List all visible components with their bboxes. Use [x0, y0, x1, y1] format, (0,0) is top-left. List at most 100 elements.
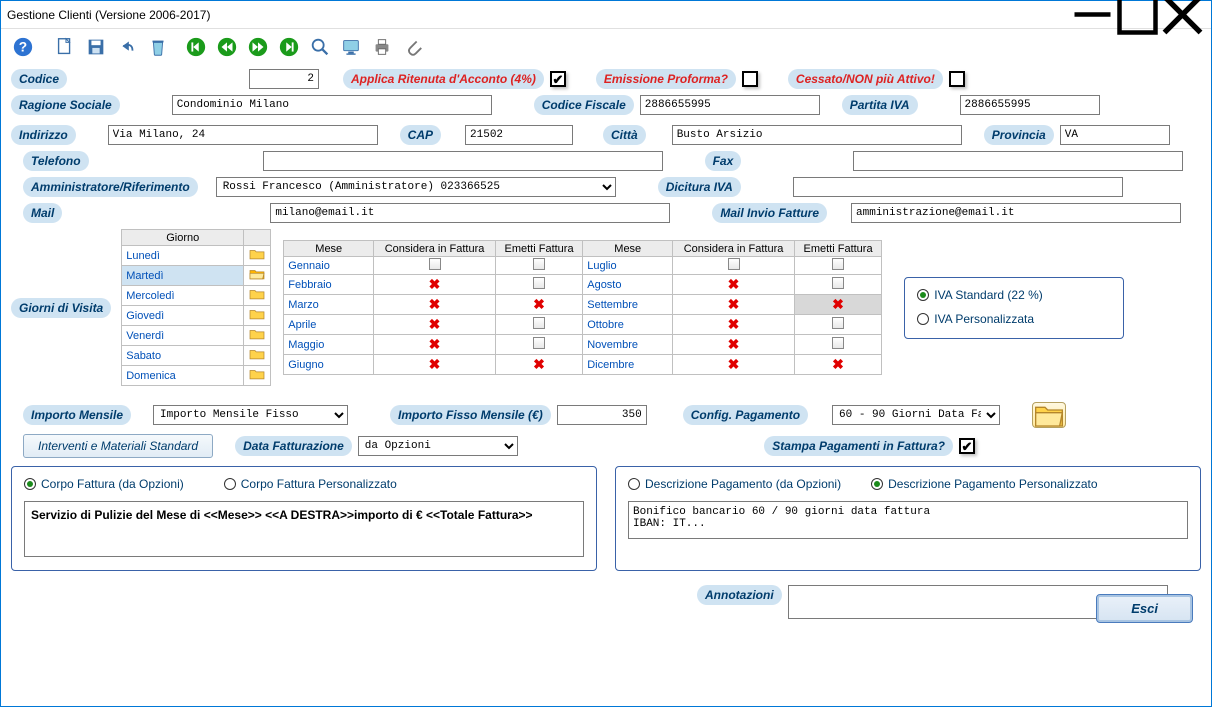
- month-emetti-cell[interactable]: [495, 315, 582, 335]
- month-considera-cell[interactable]: [673, 257, 795, 275]
- month-emetti-cell[interactable]: ✖: [495, 295, 582, 315]
- save-icon[interactable]: [82, 33, 110, 61]
- importo-fisso-input[interactable]: [557, 405, 647, 425]
- day-folder-icon[interactable]: [244, 346, 271, 366]
- codice-input[interactable]: [249, 69, 319, 89]
- day-row[interactable]: Sabato: [122, 346, 244, 366]
- cap-input[interactable]: [465, 125, 573, 145]
- dicitura-iva-input[interactable]: [793, 177, 1123, 197]
- month-row[interactable]: Luglio: [583, 257, 673, 275]
- month-row[interactable]: Gennaio: [284, 257, 374, 275]
- month-considera-cell[interactable]: ✖: [673, 295, 795, 315]
- day-row[interactable]: Giovedì: [122, 306, 244, 326]
- months-table-left[interactable]: Mese Considera in Fattura Emetti Fattura…: [283, 240, 583, 375]
- month-row[interactable]: Agosto: [583, 275, 673, 295]
- interventi-button[interactable]: Interventi e Materiali Standard: [23, 434, 213, 458]
- descr-pag-da-opzioni-radio[interactable]: Descrizione Pagamento (da Opzioni): [628, 477, 841, 491]
- corpo-da-opzioni-radio[interactable]: Corpo Fattura (da Opzioni): [24, 477, 184, 491]
- descr-pag-personalizzato-radio[interactable]: Descrizione Pagamento Personalizzato: [871, 477, 1097, 491]
- months-table-right[interactable]: Mese Considera in Fattura Emetti Fattura…: [582, 240, 882, 375]
- month-considera-cell[interactable]: [374, 257, 496, 275]
- telefono-input[interactable]: [263, 151, 663, 171]
- codice-fiscale-input[interactable]: [640, 95, 820, 115]
- month-row[interactable]: Dicembre: [583, 355, 673, 375]
- month-row[interactable]: Giugno: [284, 355, 374, 375]
- last-icon[interactable]: [275, 33, 303, 61]
- delete-icon[interactable]: [144, 33, 172, 61]
- day-folder-icon[interactable]: [244, 306, 271, 326]
- month-row[interactable]: Aprile: [284, 315, 374, 335]
- day-row[interactable]: Lunedì: [122, 246, 244, 266]
- iva-personalizzata-radio[interactable]: IVA Personalizzata: [917, 312, 1034, 326]
- month-considera-cell[interactable]: ✖: [374, 295, 496, 315]
- mail-invio-input[interactable]: [851, 203, 1181, 223]
- corpo-fattura-textarea[interactable]: Servizio di Pulizie del Mese di <<Mese>>…: [24, 501, 584, 557]
- month-emetti-cell[interactable]: [794, 275, 881, 295]
- prev-icon[interactable]: [213, 33, 241, 61]
- day-row[interactable]: Venerdì: [122, 326, 244, 346]
- month-considera-cell[interactable]: ✖: [673, 315, 795, 335]
- new-icon[interactable]: [51, 33, 79, 61]
- mail-input[interactable]: [270, 203, 670, 223]
- descrizione-pagamento-textarea[interactable]: Bonifico bancario 60 / 90 giorni data fa…: [628, 501, 1188, 539]
- day-folder-icon[interactable]: [244, 366, 271, 386]
- day-row[interactable]: Martedì: [122, 266, 244, 286]
- amministratore-select[interactable]: Rossi Francesco (Amministratore) 0233665…: [216, 177, 616, 197]
- emissione-proforma-checkbox[interactable]: [742, 71, 758, 87]
- month-row[interactable]: Febbraio: [284, 275, 374, 295]
- month-row[interactable]: Ottobre: [583, 315, 673, 335]
- month-emetti-cell[interactable]: [495, 275, 582, 295]
- month-emetti-cell[interactable]: [794, 335, 881, 355]
- undo-icon[interactable]: [113, 33, 141, 61]
- month-considera-cell[interactable]: ✖: [374, 335, 496, 355]
- config-pagamento-folder-button[interactable]: [1032, 402, 1066, 428]
- days-table[interactable]: Giorno LunedìMartedìMercoledìGiovedìVene…: [121, 229, 271, 386]
- iva-standard-radio[interactable]: IVA Standard (22 %): [917, 288, 1043, 302]
- next-icon[interactable]: [244, 33, 272, 61]
- month-emetti-cell[interactable]: ✖: [794, 355, 881, 375]
- monitor-icon[interactable]: [337, 33, 365, 61]
- month-considera-cell[interactable]: ✖: [673, 355, 795, 375]
- provincia-input[interactable]: [1060, 125, 1170, 145]
- day-row[interactable]: Mercoledì: [122, 286, 244, 306]
- config-pagamento-select[interactable]: 60 - 90 Giorni Data Fattura: [832, 405, 1000, 425]
- corpo-personalizzato-radio[interactable]: Corpo Fattura Personalizzato: [224, 477, 397, 491]
- month-emetti-cell[interactable]: [495, 335, 582, 355]
- month-emetti-cell[interactable]: [794, 257, 881, 275]
- print-icon[interactable]: [368, 33, 396, 61]
- maximize-button[interactable]: [1115, 2, 1160, 28]
- partita-iva-input[interactable]: [960, 95, 1100, 115]
- month-considera-cell[interactable]: ✖: [374, 355, 496, 375]
- close-button[interactable]: [1160, 2, 1205, 28]
- day-row[interactable]: Domenica: [122, 366, 244, 386]
- cessato-checkbox[interactable]: [949, 71, 965, 87]
- search-icon[interactable]: [306, 33, 334, 61]
- applica-ritenuta-checkbox[interactable]: ✔: [550, 71, 566, 87]
- first-icon[interactable]: [182, 33, 210, 61]
- indirizzo-input[interactable]: [108, 125, 378, 145]
- esci-button[interactable]: Esci: [1096, 594, 1193, 623]
- month-considera-cell[interactable]: ✖: [673, 335, 795, 355]
- help-icon[interactable]: ?: [9, 33, 37, 61]
- data-fatturazione-select[interactable]: da Opzioni: [358, 436, 518, 456]
- month-row[interactable]: Settembre: [583, 295, 673, 315]
- attach-icon[interactable]: [399, 33, 427, 61]
- stampa-pagamenti-checkbox[interactable]: ✔: [959, 438, 975, 454]
- month-considera-cell[interactable]: ✖: [673, 275, 795, 295]
- minimize-button[interactable]: [1070, 2, 1115, 28]
- month-considera-cell[interactable]: ✖: [374, 315, 496, 335]
- month-row[interactable]: Maggio: [284, 335, 374, 355]
- month-row[interactable]: Novembre: [583, 335, 673, 355]
- month-considera-cell[interactable]: ✖: [374, 275, 496, 295]
- citta-input[interactable]: [672, 125, 962, 145]
- day-folder-icon[interactable]: [244, 246, 271, 266]
- fax-input[interactable]: [853, 151, 1183, 171]
- month-emetti-cell[interactable]: [794, 315, 881, 335]
- month-emetti-cell[interactable]: ✖: [794, 295, 881, 315]
- importo-mensile-select[interactable]: Importo Mensile Fisso: [153, 405, 348, 425]
- month-emetti-cell[interactable]: ✖: [495, 355, 582, 375]
- day-folder-icon[interactable]: [244, 266, 271, 286]
- day-folder-icon[interactable]: [244, 286, 271, 306]
- month-row[interactable]: Marzo: [284, 295, 374, 315]
- day-folder-icon[interactable]: [244, 326, 271, 346]
